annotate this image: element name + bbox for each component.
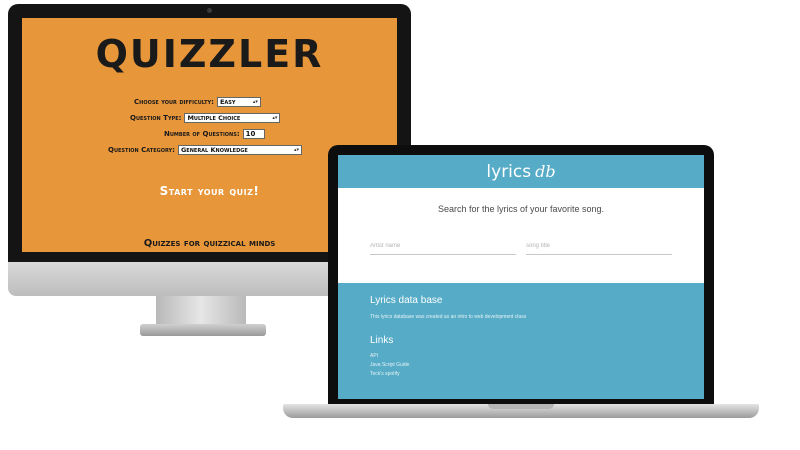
difficulty-row: Choose your difficulty: Easy ▴▾ <box>134 96 261 108</box>
search-section: Search for the lyrics of your favorite s… <box>338 188 704 283</box>
logo-text: lyrics <box>486 161 532 182</box>
difficulty-select[interactable]: Easy ▴▾ <box>216 97 261 107</box>
dropdown-arrow-icon: ▴▾ <box>293 147 299 153</box>
links-heading: Links <box>370 335 394 346</box>
num-questions-row: Number of Questions: 10 <box>164 128 265 140</box>
laptop-opening-notch <box>488 404 554 409</box>
category-label: Question Category: <box>108 146 175 154</box>
category-row: Question Category: General Knowledge ▴▾ <box>108 144 302 156</box>
camera-icon <box>207 8 212 13</box>
footer-description: This lyrics database was created as an i… <box>370 314 527 320</box>
difficulty-label: Choose your difficulty: <box>134 98 214 106</box>
link-api[interactable]: API <box>370 353 378 359</box>
num-questions-label: Number of Questions: <box>164 130 240 138</box>
question-type-value: Multiple Choice <box>187 114 241 122</box>
num-questions-input[interactable]: 10 <box>242 129 265 139</box>
monitor-stand-neck <box>156 296 246 326</box>
logo-accent: db <box>535 162 556 181</box>
category-value: General Knowledge <box>180 146 248 154</box>
dropdown-arrow-icon: ▴▾ <box>252 99 258 105</box>
search-title: Search for the lyrics of your favorite s… <box>437 204 605 214</box>
question-type-row: Question Type: Multiple Choice ▴▾ <box>130 112 281 124</box>
dropdown-arrow-icon: ▴▾ <box>272 115 278 121</box>
lyrics-app-screen: lyrics db Search for the lyrics of your … <box>338 155 704 399</box>
question-type-select[interactable]: Multiple Choice ▴▾ <box>184 113 281 123</box>
footer-section: Lyrics data base This lyrics database wa… <box>338 283 704 399</box>
footer-heading: Lyrics data base <box>370 295 443 306</box>
question-type-label: Question Type: <box>130 114 182 122</box>
lyrics-header: lyrics db <box>338 155 704 188</box>
category-select[interactable]: General Knowledge ▴▾ <box>177 145 302 155</box>
difficulty-value: Easy <box>219 98 236 106</box>
monitor-stand-base <box>140 324 266 336</box>
song-title-input[interactable] <box>526 238 672 255</box>
link-spotify[interactable]: Teck's spotify <box>370 371 400 377</box>
link-js-guide[interactable]: Java Script Guide <box>370 362 409 368</box>
app-title: QUIZZLER <box>95 32 324 76</box>
artist-name-input[interactable] <box>370 238 516 255</box>
